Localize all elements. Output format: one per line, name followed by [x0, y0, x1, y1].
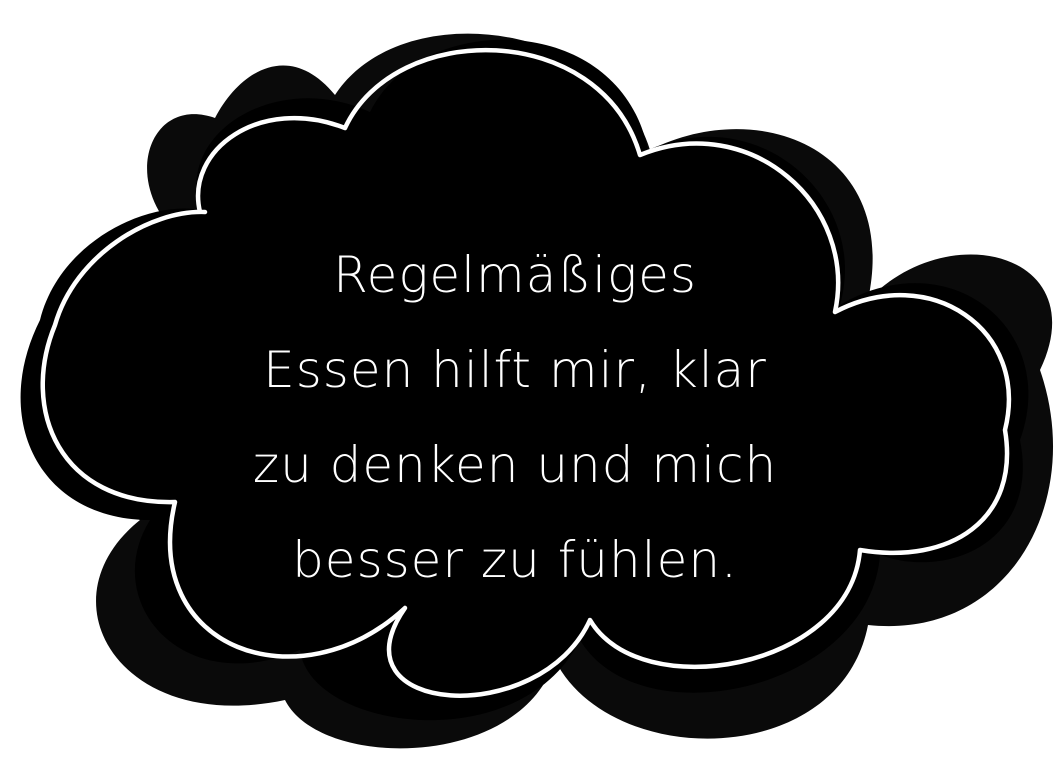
quote-line-2: Essen hilft mir, klar: [263, 341, 767, 399]
quote-text: Regelmäßiges Essen hilft mir, klar zu de…: [200, 228, 830, 608]
quote-line-3: zu denken und mich: [252, 436, 778, 494]
quote-line-1: Regelmäßiges: [333, 246, 697, 304]
quote-card: Regelmäßiges Essen hilft mir, klar zu de…: [0, 0, 1061, 771]
quote-line-4: besser zu fühlen.: [292, 531, 738, 589]
